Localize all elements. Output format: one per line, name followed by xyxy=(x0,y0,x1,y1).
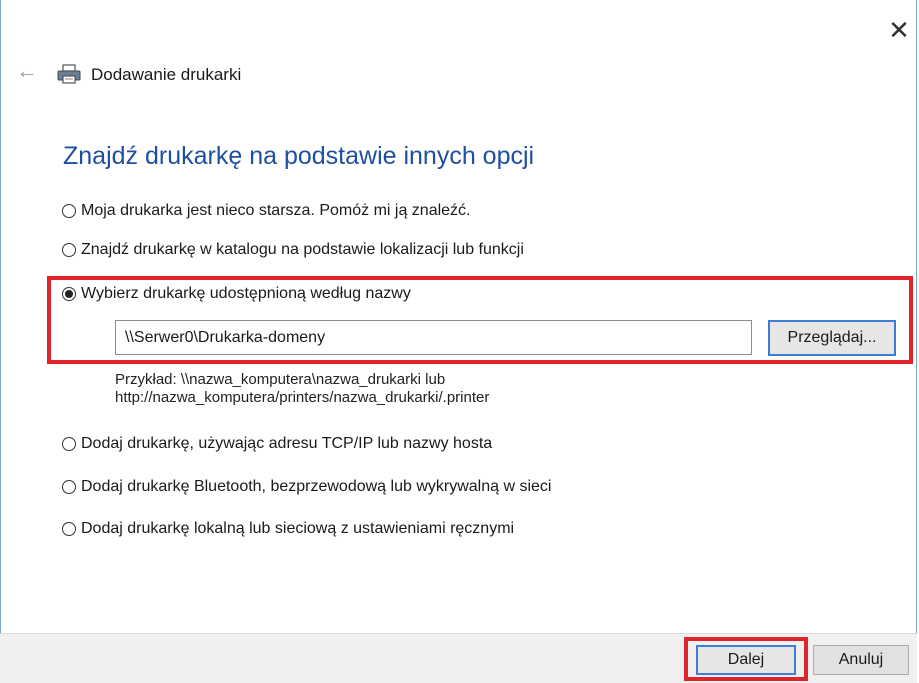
option-label: Dodaj drukarkę Bluetooth, bezprzewodową … xyxy=(81,478,552,495)
radio-button[interactable] xyxy=(62,480,76,494)
window-title: Dodawanie drukarki xyxy=(91,65,242,84)
radio-button-selected[interactable] xyxy=(62,287,76,301)
option-label: Moja drukarka jest nieco starsza. Pomóż … xyxy=(81,202,471,219)
radio-button[interactable] xyxy=(62,437,76,451)
example-line-1: Przykład: \\nazwa_komputera\nazwa_drukar… xyxy=(115,371,446,388)
option-label: Znajdź drukarkę w katalogu na podstawie … xyxy=(81,241,524,258)
option-label: Wybierz drukarkę udostępnioną według naz… xyxy=(81,285,411,302)
example-text: Przykład: \\nazwa_komputera\nazwa_drukar… xyxy=(115,371,489,407)
page-heading: Znajdź drukarkę na podstawie innych opcj… xyxy=(63,142,535,170)
close-icon[interactable]: ✕ xyxy=(885,16,913,44)
option-label: Dodaj drukarkę lokalną lub sieciową z us… xyxy=(81,520,515,537)
option-find-in-directory[interactable]: Znajdź drukarkę w katalogu na podstawie … xyxy=(62,241,524,259)
browse-button[interactable]: Przeglądaj... xyxy=(768,320,896,356)
next-button[interactable]: Dalej xyxy=(696,645,796,675)
radio-button[interactable] xyxy=(62,204,76,218)
back-arrow-icon[interactable]: ← xyxy=(16,60,38,82)
printer-icon xyxy=(57,64,81,84)
option-older-printer[interactable]: Moja drukarka jest nieco starsza. Pomóż … xyxy=(62,202,470,220)
radio-button[interactable] xyxy=(62,522,76,536)
example-line-2: http://nazwa_komputera/printers/nazwa_dr… xyxy=(115,389,490,406)
cancel-button[interactable]: Anuluj xyxy=(813,645,909,675)
option-label: Dodaj drukarkę, używając adresu TCP/IP l… xyxy=(81,435,493,452)
option-tcpip[interactable]: Dodaj drukarkę, używając adresu TCP/IP l… xyxy=(62,435,492,453)
option-bluetooth-wireless[interactable]: Dodaj drukarkę Bluetooth, bezprzewodową … xyxy=(62,478,551,496)
option-shared-by-name[interactable]: Wybierz drukarkę udostępnioną według naz… xyxy=(62,285,411,303)
option-local-manual[interactable]: Dodaj drukarkę lokalną lub sieciową z us… xyxy=(62,520,514,538)
radio-button[interactable] xyxy=(62,243,76,257)
printer-path-input[interactable] xyxy=(115,320,752,355)
